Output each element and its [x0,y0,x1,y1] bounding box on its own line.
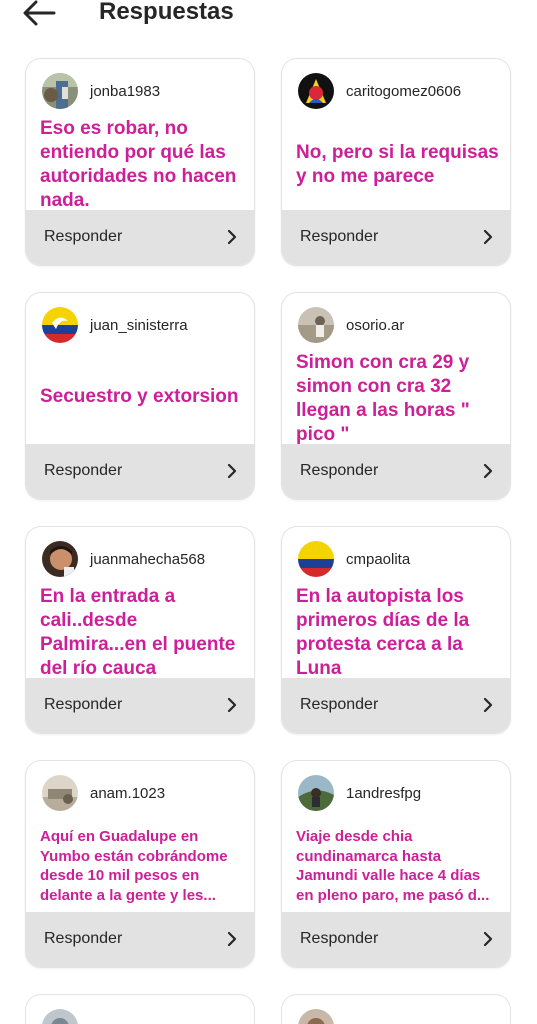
username[interactable]: cmpaolita [346,551,410,568]
card-user: cmpaolita [298,541,410,577]
card-user: 1andresfpg [298,775,421,811]
chevron-right-icon [227,463,237,479]
avatar[interactable] [42,1009,78,1024]
reply-card: osorio.ar Simon con cra 29 y simon con c… [281,292,511,500]
chevron-right-icon [227,931,237,947]
reply-card-partial [25,994,255,1024]
reply-text: En la entrada a cali..desde Palmira...en… [40,586,236,679]
reply-text: Eso es robar, no entiendo por qué las au… [40,118,237,211]
card-user: jonba1983 [42,73,160,109]
chevron-right-icon [483,229,493,245]
chevron-right-icon [227,229,237,245]
username[interactable]: juan_sinisterra [90,317,188,334]
card-user: anam.1023 [42,775,165,811]
reply-button[interactable]: Responder [282,678,510,733]
card-user: juan_sinisterra [42,307,188,343]
username[interactable]: anam.1023 [90,785,165,802]
chevron-right-icon [227,697,237,713]
replies-grid: jonba1983 Eso es robar, no entiendo por … [0,0,537,1024]
reply-label: Responder [44,696,123,713]
chevron-right-icon [483,463,493,479]
username[interactable]: osorio.ar [346,317,404,334]
avatar[interactable] [42,73,78,109]
reply-card: caritogomez0606 No, pero si la requisas … [281,58,511,266]
chevron-right-icon [483,697,493,713]
reply-button[interactable]: Responder [282,444,510,499]
reply-label: Responder [300,228,379,245]
username[interactable]: juanmahecha568 [90,551,205,568]
reply-text: En la autopista los primeros días de la … [296,586,470,679]
reply-label: Responder [300,930,379,947]
reply-card: juanmahecha568 En la entrada a cali..des… [25,526,255,734]
avatar[interactable] [42,307,78,343]
avatar[interactable] [298,541,334,577]
card-user: juanmahecha568 [42,541,205,577]
avatar[interactable] [298,73,334,109]
avatar[interactable] [42,541,78,577]
reply-button[interactable]: Responder [26,912,254,967]
avatar[interactable] [298,1009,334,1024]
username[interactable]: caritogomez0606 [346,83,461,100]
username[interactable]: 1andresfpg [346,785,421,802]
reply-text: Secuestro y extorsion [40,386,239,407]
reply-button[interactable]: Responder [26,678,254,733]
reply-label: Responder [300,462,379,479]
avatar[interactable] [42,775,78,811]
chevron-right-icon [483,931,493,947]
reply-button[interactable]: Responder [282,912,510,967]
reply-card: 1andresfpg Viaje desde chia cundinamarca… [281,760,511,968]
reply-card: juan_sinisterra Secuestro y extorsion Re… [25,292,255,500]
avatar[interactable] [298,775,334,811]
reply-label: Responder [44,228,123,245]
reply-text: Viaje desde chia cundinamarca hasta Jamu… [296,828,490,904]
card-user: caritogomez0606 [298,73,461,109]
reply-text: No, pero si la requisas y no me parece [296,142,499,187]
username[interactable]: jonba1983 [90,83,160,100]
reply-card: anam.1023 Aquí en Guadalupe en Yumbo est… [25,760,255,968]
reply-card: jonba1983 Eso es robar, no entiendo por … [25,58,255,266]
reply-label: Responder [300,696,379,713]
card-user: osorio.ar [298,307,404,343]
reply-card-partial [281,994,511,1024]
reply-button[interactable]: Responder [282,210,510,265]
reply-button[interactable]: Responder [26,210,254,265]
reply-text: Aquí en Guadalupe en Yumbo están cobránd… [40,828,228,904]
reply-button[interactable]: Responder [26,444,254,499]
avatar[interactable] [298,307,334,343]
reply-label: Responder [44,930,123,947]
reply-card: cmpaolita En la autopista los primeros d… [281,526,511,734]
reply-text: Simon con cra 29 y simon con cra 32 lleg… [296,352,470,445]
reply-label: Responder [44,462,123,479]
